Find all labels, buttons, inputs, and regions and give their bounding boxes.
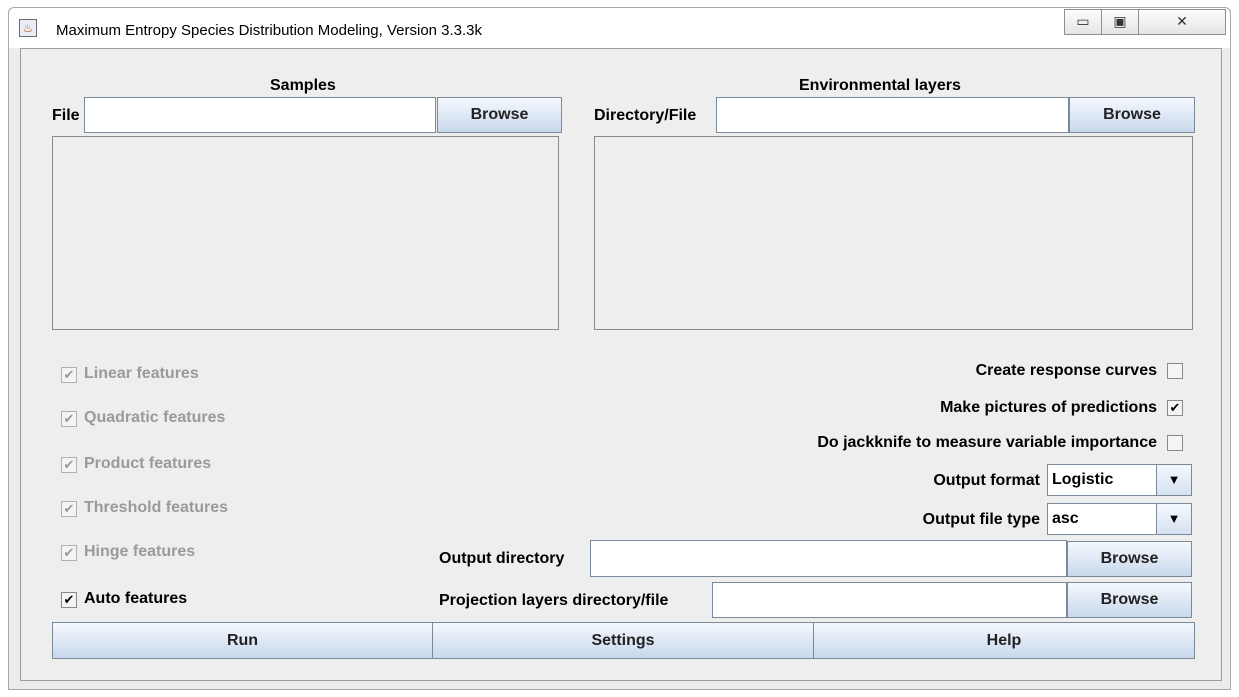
output-format-select[interactable]: Logistic ▼ (1047, 464, 1192, 496)
feature-label: Quadratic features (84, 409, 226, 426)
output-dir-browse-button[interactable]: Browse (1067, 541, 1192, 577)
pictures-label: Make pictures of predictions (940, 399, 1157, 416)
maximize-button[interactable]: ▣ (1101, 9, 1139, 35)
response-curves-label: Create response curves (975, 362, 1157, 379)
minimize-button[interactable]: ▭ (1064, 9, 1102, 35)
env-dir-input[interactable] (716, 97, 1069, 133)
feature-checkbox[interactable]: ✔ (61, 457, 77, 473)
samples-file-input[interactable] (84, 97, 436, 133)
env-layers-list[interactable] (594, 136, 1193, 330)
feature-checkbox[interactable]: ✔ (61, 367, 77, 383)
output-format-label: Output format (933, 472, 1040, 489)
output-file-type-value: asc (1052, 510, 1079, 527)
chevron-down-icon[interactable]: ▼ (1156, 504, 1191, 534)
feature-label: Product features (84, 455, 212, 472)
projection-input[interactable] (712, 582, 1067, 618)
close-button[interactable]: ✕ (1138, 9, 1226, 35)
jackknife-checkbox[interactable] (1167, 435, 1183, 451)
output-file-type-select[interactable]: asc ▼ (1047, 503, 1192, 535)
help-button[interactable]: Help (813, 622, 1195, 659)
feature-label: Threshold features (84, 499, 229, 516)
output-file-type-label: Output file type (922, 511, 1040, 528)
samples-file-label: File (52, 107, 80, 124)
feature-label: Linear features (84, 365, 199, 382)
env-heading: Environmental layers (799, 77, 961, 94)
feature-checkbox[interactable]: ✔ (61, 501, 77, 517)
response-curves-checkbox[interactable] (1167, 363, 1183, 379)
env-dir-label: Directory/File (594, 107, 697, 124)
projection-browse-button[interactable]: Browse (1067, 582, 1192, 618)
java-icon: ♨ (19, 19, 37, 37)
window-title: Maximum Entropy Species Distribution Mod… (56, 22, 483, 39)
samples-heading: Samples (270, 77, 336, 94)
output-format-value: Logistic (1052, 471, 1114, 488)
jackknife-label: Do jackknife to measure variable importa… (817, 434, 1157, 451)
env-browse-button[interactable]: Browse (1069, 97, 1195, 133)
samples-browse-button[interactable]: Browse (437, 97, 562, 133)
samples-list[interactable] (52, 136, 559, 330)
output-dir-input[interactable] (590, 540, 1067, 577)
feature-label: Hinge features (84, 543, 196, 560)
projection-label: Projection layers directory/file (439, 592, 669, 609)
chevron-down-icon[interactable]: ▼ (1156, 465, 1191, 495)
feature-checkbox[interactable]: ✔ (61, 592, 77, 608)
run-button[interactable]: Run (52, 622, 433, 659)
output-dir-label: Output directory (439, 550, 565, 567)
settings-button[interactable]: Settings (432, 622, 814, 659)
feature-label: Auto features (84, 590, 188, 607)
feature-checkbox[interactable]: ✔ (61, 411, 77, 427)
pictures-checkbox[interactable]: ✔ (1167, 400, 1183, 416)
feature-checkbox[interactable]: ✔ (61, 545, 77, 561)
